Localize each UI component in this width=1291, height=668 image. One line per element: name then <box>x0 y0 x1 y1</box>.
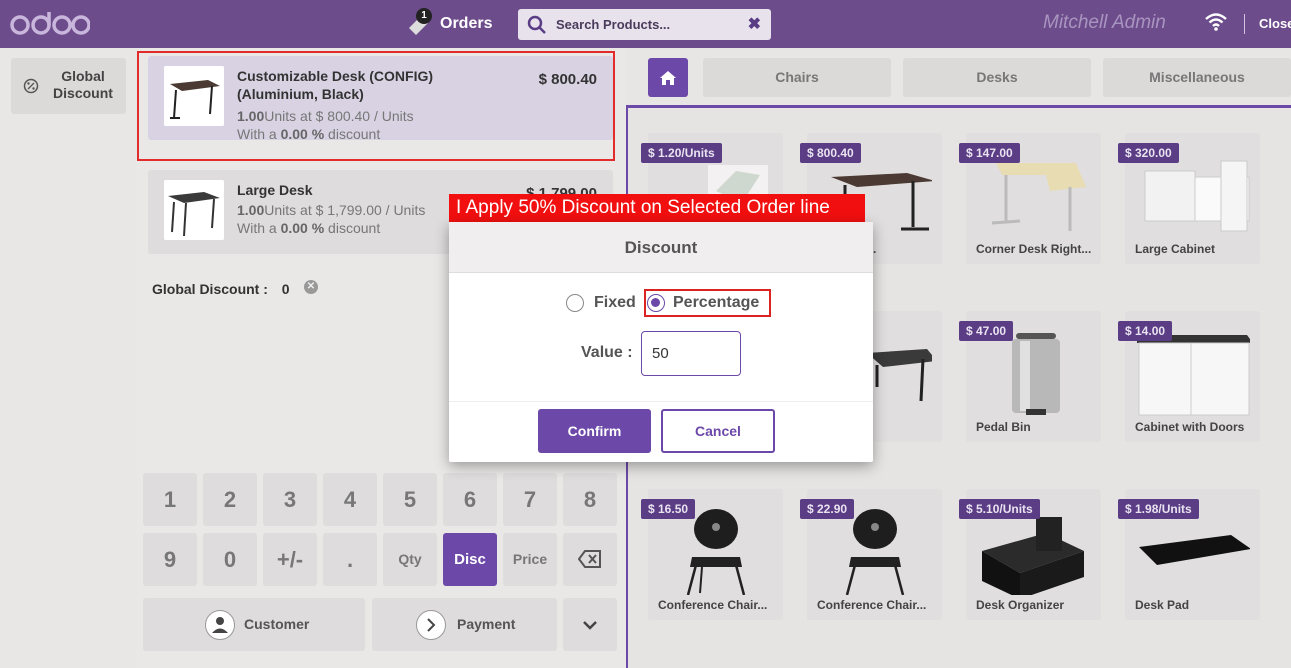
discount-dialog: Discount Fixed Percentage Value : 50 Con… <box>449 222 873 462</box>
numpad-key-6[interactable]: 6 <box>443 473 497 526</box>
category-miscellaneous[interactable]: Miscellaneous <box>1103 58 1291 97</box>
global-discount-button[interactable]: Global Discount <box>11 58 126 114</box>
home-icon <box>660 71 676 85</box>
numpad-qty-button[interactable]: Qty <box>383 533 437 586</box>
product-price-tag: $ 1.20/Units <box>641 143 722 163</box>
numpad-key-3[interactable]: 3 <box>263 473 317 526</box>
clear-search-icon[interactable]: ✖ <box>748 14 761 34</box>
search-icon <box>527 15 546 34</box>
product-image <box>982 517 1084 595</box>
dialog-footer-divider <box>449 401 873 402</box>
numpad-key-8[interactable]: 8 <box>563 473 617 526</box>
product-price-tag: $ 800.40 <box>800 143 861 163</box>
percentage-radio[interactable] <box>647 294 665 312</box>
more-actions-button[interactable] <box>563 598 617 651</box>
discount-value-input[interactable]: 50 <box>641 331 741 376</box>
large-desk-thumbnail <box>164 180 224 240</box>
numpad-price-button[interactable]: Price <box>503 533 557 586</box>
product-name: Cabinet with Doors <box>1135 420 1245 434</box>
numpad-key-decimal[interactable]: . <box>323 533 377 586</box>
product-name: Large Cabinet <box>1135 242 1216 256</box>
percentage-label[interactable]: Percentage <box>673 294 759 312</box>
orders-button[interactable]: 1 Orders <box>406 8 493 38</box>
numpad-key-4[interactable]: 4 <box>323 473 377 526</box>
product-image <box>1139 535 1250 565</box>
product-price-tag: $ 16.50 <box>641 499 696 519</box>
customer-label: Customer <box>244 616 310 632</box>
remove-global-discount-icon[interactable]: ✕ <box>304 280 318 294</box>
numpad-disc-button[interactable]: Disc <box>443 533 497 586</box>
selected-line-highlight <box>137 51 615 161</box>
product-name: Conference Chair... <box>817 598 927 612</box>
numpad-key-1[interactable]: 1 <box>143 473 197 526</box>
orders-label: Orders <box>440 15 493 32</box>
product-price-tag: $ 1.98/Units <box>1118 499 1199 519</box>
product-price-tag: $ 22.90 <box>800 499 855 519</box>
chevron-down-icon <box>583 621 597 630</box>
product-image <box>686 509 746 595</box>
odoo-logo <box>10 12 90 35</box>
header-divider <box>1244 14 1245 34</box>
product-name: Conference Chair... <box>658 598 768 612</box>
product-price-tag: $ 320.00 <box>1118 143 1179 163</box>
chevron-right-icon <box>416 610 446 640</box>
numpad-key-0[interactable]: 0 <box>203 533 257 586</box>
payment-label: Payment <box>457 616 516 632</box>
numpad-key-plus-minus[interactable]: +/- <box>263 533 317 586</box>
product-image <box>1012 333 1060 415</box>
global-discount-title: Global Discount : <box>152 281 268 297</box>
product-name: Pedal Bin <box>976 420 1031 434</box>
fixed-label[interactable]: Fixed <box>594 294 636 312</box>
annotation-banner: I Apply 50% Discount on Selected Order l… <box>449 194 865 222</box>
global-discount-label: Global Discount <box>53 68 113 101</box>
order-line-name: Large Desk <box>237 182 313 198</box>
cancel-button[interactable]: Cancel <box>661 409 775 453</box>
product-image <box>1144 160 1250 232</box>
close-button[interactable]: Close <box>1259 16 1291 31</box>
product-image <box>845 509 905 595</box>
order-line-qty: 1.00Units at $ 1,799.00 / Units <box>237 202 426 218</box>
dialog-title: Discount <box>449 222 873 273</box>
search-products-input[interactable]: Search Products... ✖ <box>518 9 771 40</box>
user-icon <box>205 610 235 640</box>
product-price-tag: $ 147.00 <box>959 143 1020 163</box>
product-name: Desk Organizer <box>976 598 1065 612</box>
search-placeholder: Search Products... <box>556 17 671 32</box>
numpad-key-7[interactable]: 7 <box>503 473 557 526</box>
numpad-key-9[interactable]: 9 <box>143 533 197 586</box>
product-price-tag: $ 47.00 <box>959 321 1014 341</box>
confirm-button[interactable]: Confirm <box>538 409 651 453</box>
discount-icon <box>23 78 39 94</box>
category-desks[interactable]: Desks <box>903 58 1091 97</box>
customer-button[interactable]: Customer <box>143 598 365 651</box>
order-line-discount: With a 0.00 % discount <box>237 220 381 236</box>
product-name: Corner Desk Right... <box>976 242 1092 256</box>
home-category-button[interactable] <box>648 58 688 97</box>
value-label: Value : <box>581 344 633 361</box>
backspace-icon <box>577 550 601 568</box>
numpad-key-2[interactable]: 2 <box>203 473 257 526</box>
product-name: Desk Pad <box>1135 598 1190 612</box>
global-discount-value: 0 <box>281 281 290 297</box>
product-price-tag: $ 14.00 <box>1118 321 1173 341</box>
top-bar: 1 Orders Search Products... ✖ Mitchell A… <box>0 0 1291 48</box>
payment-button[interactable]: Payment <box>372 598 557 651</box>
user-name[interactable]: Mitchell Admin <box>1043 12 1166 34</box>
product-price-tag: $ 5.10/Units <box>959 499 1040 519</box>
numpad-key-5[interactable]: 5 <box>383 473 437 526</box>
orders-count-badge: 1 <box>416 8 432 24</box>
category-chairs[interactable]: Chairs <box>703 58 891 97</box>
global-discount-summary: Global Discount : 0 ✕ <box>152 280 318 297</box>
wifi-icon <box>1205 13 1227 31</box>
fixed-radio[interactable] <box>566 294 584 312</box>
product-image <box>991 163 1086 231</box>
backspace-button[interactable] <box>563 533 617 586</box>
product-image <box>1137 335 1250 416</box>
